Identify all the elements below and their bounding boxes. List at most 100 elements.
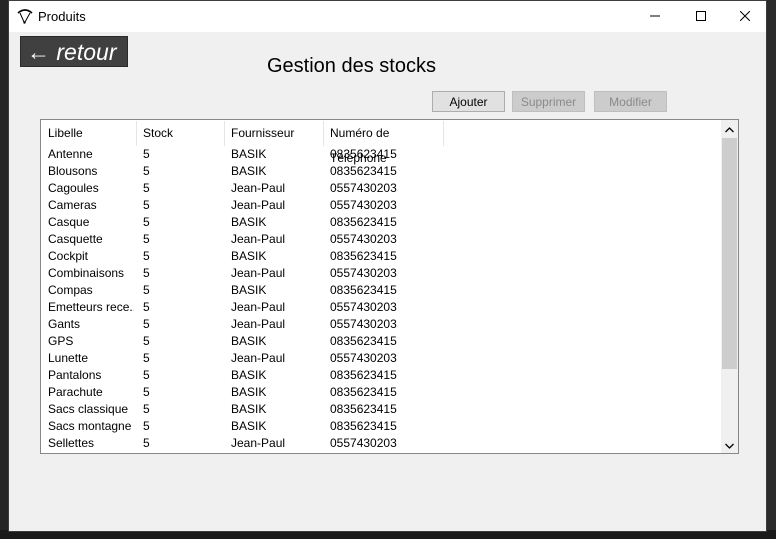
list-item[interactable]: Sacs montagne 5 BASIK 0835623415 bbox=[41, 418, 721, 435]
list-item[interactable]: Pantalons 5 BASIK 0835623415 bbox=[41, 367, 721, 384]
item-stock: 5 bbox=[143, 147, 150, 161]
item-telephone: 0835623415 bbox=[330, 283, 397, 297]
item-fournisseur: Jean-Paul bbox=[231, 300, 286, 314]
item-libelle: Casquette bbox=[48, 232, 103, 246]
list-item[interactable]: Casque 5 BASIK 0835623415 bbox=[41, 214, 721, 231]
item-libelle: Compas bbox=[48, 283, 93, 297]
item-telephone: 0835623415 bbox=[330, 402, 397, 416]
item-stock: 5 bbox=[143, 436, 150, 450]
list-item[interactable]: Cagoules 5 Jean-Paul 0557430203 bbox=[41, 180, 721, 197]
close-button[interactable] bbox=[722, 1, 768, 32]
item-fournisseur: Jean-Paul bbox=[231, 232, 286, 246]
item-fournisseur: Jean-Paul bbox=[231, 198, 286, 212]
item-libelle: Cameras bbox=[48, 198, 97, 212]
item-stock: 5 bbox=[143, 198, 150, 212]
produits-window: Produits ← retour Gestion des stocks Ajo… bbox=[8, 0, 767, 532]
page-title: Gestion des stocks bbox=[267, 55, 436, 77]
list-item[interactable]: Emetteurs rece... 5 Jean-Paul 0557430203 bbox=[41, 299, 721, 316]
item-fournisseur: BASIK bbox=[231, 385, 267, 399]
item-libelle: Parachute bbox=[48, 385, 103, 399]
item-fournisseur: BASIK bbox=[231, 215, 267, 229]
item-fournisseur: BASIK bbox=[231, 249, 267, 263]
item-telephone: 0557430203 bbox=[330, 317, 397, 331]
item-libelle: Antenne bbox=[48, 147, 93, 161]
list-item[interactable]: Antenne 5 BASIK 0835623415 bbox=[41, 146, 721, 163]
item-fournisseur: BASIK bbox=[231, 164, 267, 178]
maximize-button[interactable] bbox=[678, 1, 724, 32]
item-stock: 5 bbox=[143, 232, 150, 246]
column-header-fournisseur[interactable]: Fournisseur bbox=[224, 121, 324, 146]
item-stock: 5 bbox=[143, 266, 150, 280]
list-item[interactable]: Sacs classique 5 BASIK 0835623415 bbox=[41, 401, 721, 418]
chevron-up-icon bbox=[725, 120, 734, 138]
item-stock: 5 bbox=[143, 300, 150, 314]
close-icon bbox=[739, 8, 751, 26]
list-item[interactable]: Combinaisons 5 Jean-Paul 0557430203 bbox=[41, 265, 721, 282]
scroll-thumb[interactable] bbox=[722, 138, 737, 369]
item-fournisseur: BASIK bbox=[231, 402, 267, 416]
paraglider-icon bbox=[16, 7, 34, 25]
list-item[interactable]: Lunette 5 Jean-Paul 0557430203 bbox=[41, 350, 721, 367]
item-telephone: 0835623415 bbox=[330, 368, 397, 382]
item-libelle: Cockpit bbox=[48, 249, 89, 263]
scroll-down-button[interactable] bbox=[721, 436, 738, 453]
item-stock: 5 bbox=[143, 334, 150, 348]
vertical-scrollbar[interactable] bbox=[721, 120, 738, 453]
item-fournisseur: Jean-Paul bbox=[231, 436, 286, 450]
products-list[interactable]: Libelle Stock Fournisseur Numéro de Télé… bbox=[40, 119, 739, 454]
item-libelle: Lunette bbox=[48, 351, 89, 365]
maximize-icon bbox=[696, 8, 706, 26]
item-libelle: Blousons bbox=[48, 164, 98, 178]
list-item[interactable]: Blousons 5 BASIK 0835623415 bbox=[41, 163, 721, 180]
list-item[interactable]: Parachute 5 BASIK 0835623415 bbox=[41, 384, 721, 401]
item-libelle: Gants bbox=[48, 317, 81, 331]
minimize-button[interactable] bbox=[632, 1, 678, 32]
item-fournisseur: BASIK bbox=[231, 368, 267, 382]
background-app-right bbox=[767, 0, 776, 539]
scroll-up-button[interactable] bbox=[721, 120, 738, 137]
list-item[interactable]: Sellettes 5 Jean-Paul 0557430203 bbox=[41, 435, 721, 452]
item-libelle: Sellettes bbox=[48, 436, 95, 450]
column-header-stock[interactable]: Stock bbox=[136, 121, 225, 146]
item-libelle: GPS bbox=[48, 334, 74, 348]
item-telephone: 0835623415 bbox=[330, 334, 397, 348]
item-telephone: 0835623415 bbox=[330, 385, 397, 399]
item-stock: 5 bbox=[143, 317, 150, 331]
item-fournisseur: Jean-Paul bbox=[231, 351, 286, 365]
item-telephone: 0557430203 bbox=[330, 232, 397, 246]
item-telephone: 0835623415 bbox=[330, 419, 397, 433]
item-stock: 5 bbox=[143, 368, 150, 382]
title-bar: Produits bbox=[9, 1, 766, 32]
back-button[interactable]: ← retour bbox=[20, 36, 128, 67]
item-telephone: 0835623415 bbox=[330, 164, 397, 178]
item-fournisseur: Jean-Paul bbox=[231, 181, 286, 195]
item-fournisseur: Jean-Paul bbox=[231, 317, 286, 331]
item-telephone: 0557430203 bbox=[330, 436, 397, 450]
item-stock: 5 bbox=[143, 419, 150, 433]
item-fournisseur: BASIK bbox=[231, 334, 267, 348]
column-header-libelle[interactable]: Libelle bbox=[41, 121, 137, 146]
list-item[interactable]: Casquette 5 Jean-Paul 0557430203 bbox=[41, 231, 721, 248]
item-telephone: 0835623415 bbox=[330, 215, 397, 229]
minimize-icon bbox=[650, 8, 660, 26]
item-telephone: 0835623415 bbox=[330, 147, 397, 161]
chevron-down-icon bbox=[725, 436, 734, 454]
item-fournisseur: BASIK bbox=[231, 147, 267, 161]
delete-button[interactable]: Supprimer bbox=[512, 91, 585, 112]
item-libelle: Casque bbox=[48, 215, 90, 229]
edit-button[interactable]: Modifier bbox=[594, 91, 667, 112]
list-item[interactable]: Cockpit 5 BASIK 0835623415 bbox=[41, 248, 721, 265]
item-telephone: 0557430203 bbox=[330, 181, 397, 195]
column-header-telephone[interactable]: Numéro de Téléphone bbox=[323, 121, 444, 165]
add-button[interactable]: Ajouter bbox=[432, 91, 505, 112]
list-item[interactable]: Compas 5 BASIK 0835623415 bbox=[41, 282, 721, 299]
list-item[interactable]: Gants 5 Jean-Paul 0557430203 bbox=[41, 316, 721, 333]
item-libelle: Sacs montagne bbox=[48, 419, 132, 433]
item-fournisseur: Jean-Paul bbox=[231, 266, 286, 280]
item-telephone: 0835623415 bbox=[330, 249, 397, 263]
list-item[interactable]: Cameras 5 Jean-Paul 0557430203 bbox=[41, 197, 721, 214]
list-item[interactable]: GPS 5 BASIK 0835623415 bbox=[41, 333, 721, 350]
item-stock: 5 bbox=[143, 215, 150, 229]
item-libelle: Cagoules bbox=[48, 181, 99, 195]
window-title: Produits bbox=[38, 9, 86, 24]
